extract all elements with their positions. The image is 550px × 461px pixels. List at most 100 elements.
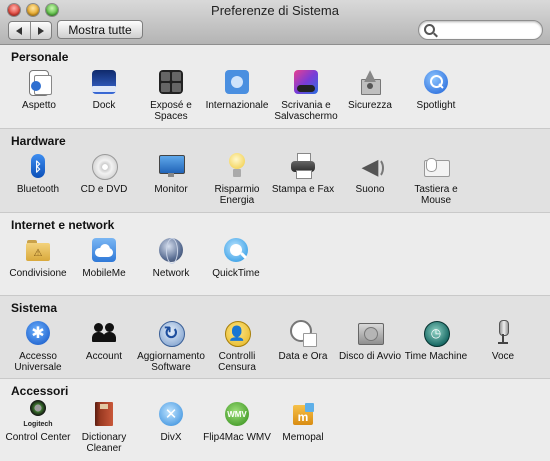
wmv-icon: WMV	[223, 400, 251, 428]
expose-icon	[157, 68, 185, 96]
display-icon	[157, 152, 185, 180]
pref-label: Monitor	[154, 184, 188, 195]
logitech-icon: Logitech	[23, 400, 53, 428]
printer-icon	[289, 152, 317, 180]
pref-mobileme[interactable]: MobileMe	[69, 236, 139, 279]
lightbulb-icon	[223, 152, 251, 180]
pref-tastiera-mouse[interactable]: Tastiera e Mouse	[401, 152, 471, 206]
pref-label: Controlli Censura	[218, 351, 256, 373]
section-title: Personale	[11, 50, 69, 64]
pref-accesso-universale[interactable]: ✱ Accesso Universale	[3, 319, 73, 373]
pref-label: Condivisione	[9, 268, 67, 279]
globe-icon	[157, 236, 185, 264]
pref-label: Dictionary Cleaner	[81, 432, 127, 454]
pref-label: Dock	[92, 100, 116, 111]
parental-controls-icon: 👤	[223, 319, 251, 347]
section-personale: Personale Aspetto Dock Exposé e Spaces I…	[0, 45, 550, 129]
pref-quicktime[interactable]: QuickTime	[201, 236, 271, 279]
pref-label: Time Machine	[404, 351, 468, 362]
pref-label: Exposé e Spaces	[150, 100, 192, 122]
title-bar: Preferenze di Sistema Mostra tutte	[0, 0, 550, 45]
software-update-icon: ↻	[157, 319, 185, 347]
pref-suono[interactable]: ◀ Suono	[335, 152, 405, 195]
section-accessori: Accessori Logitech Control Center Dictio…	[0, 379, 550, 461]
pref-condivisione[interactable]: ⚠ Condivisione	[3, 236, 73, 279]
bluetooth-icon: ᛒ	[24, 152, 52, 180]
pref-label: Accesso Universale	[14, 351, 62, 373]
section-sistema: Sistema ✱ Accesso Universale Account ↻ A…	[0, 296, 550, 379]
accessibility-icon: ✱	[24, 319, 52, 347]
magnifier-icon	[422, 68, 450, 96]
forward-arrow-icon	[37, 26, 44, 35]
pref-voce[interactable]: Voce	[468, 319, 538, 362]
pref-flip4mac[interactable]: WMV Flip4Mac WMV	[202, 400, 272, 443]
pref-dock[interactable]: Dock	[69, 68, 139, 111]
pref-divx[interactable]: ✕ DivX	[136, 400, 206, 443]
back-arrow-icon	[16, 26, 23, 35]
pref-risparmio-energia[interactable]: Risparmio Energia	[202, 152, 272, 206]
pref-bluetooth[interactable]: ᛒ Bluetooth	[3, 152, 73, 195]
pref-label: Voce	[491, 351, 515, 362]
pref-label: Disco di Avvio	[338, 351, 402, 362]
pref-label: Risparmio Energia	[214, 184, 260, 206]
pref-network[interactable]: Network	[136, 236, 206, 279]
pref-memopal[interactable]: m Memopal	[268, 400, 338, 443]
speaker-icon: ◀	[356, 152, 384, 180]
pref-dictionary-cleaner[interactable]: Dictionary Cleaner	[69, 400, 139, 454]
pref-monitor[interactable]: Monitor	[136, 152, 206, 195]
disc-icon	[90, 152, 118, 180]
pref-scrivania-salvaschermo[interactable]: Scrivania e Salvaschermo	[271, 68, 341, 122]
search-field[interactable]	[418, 20, 543, 40]
pref-label: Flip4Mac WMV	[203, 432, 271, 443]
house-lock-icon: ▲	[356, 66, 384, 96]
preferences-content: Personale Aspetto Dock Exposé e Spaces I…	[0, 45, 550, 461]
pref-spotlight[interactable]: Spotlight	[401, 68, 471, 111]
pref-label: Spotlight	[416, 100, 456, 111]
clock-calendar-icon	[289, 319, 317, 347]
section-title: Internet e network	[11, 218, 115, 232]
time-machine-icon: ◷	[422, 319, 450, 347]
book-icon	[90, 400, 118, 428]
pref-time-machine[interactable]: ◷ Time Machine	[401, 319, 471, 362]
cloud-icon	[90, 236, 118, 264]
pref-expose-spaces[interactable]: Exposé e Spaces	[136, 68, 206, 122]
memopal-badge: m	[297, 409, 309, 424]
pref-label: DivX	[160, 432, 182, 443]
pref-label: Aspetto	[22, 100, 56, 111]
forward-button[interactable]	[29, 22, 52, 39]
pref-label: Internazionale	[205, 100, 269, 111]
pref-control-center[interactable]: Logitech Control Center	[3, 400, 73, 443]
pref-aggiornamento-software[interactable]: ↻ Aggiornamento Software	[136, 319, 206, 373]
pref-label: Memopal	[282, 432, 324, 443]
pref-label: Stampa e Fax	[271, 184, 335, 195]
section-title: Sistema	[11, 301, 58, 315]
pref-data-ora[interactable]: Data e Ora	[268, 319, 338, 362]
pref-label: Aggiornamento Software	[137, 351, 205, 373]
pref-stampa-fax[interactable]: Stampa e Fax	[268, 152, 338, 195]
pref-account[interactable]: Account	[69, 319, 139, 362]
dock-icon	[90, 68, 118, 96]
pref-aspetto[interactable]: Aspetto	[4, 68, 74, 111]
pref-label: Sicurezza	[348, 100, 392, 111]
pref-label: CD e DVD	[80, 184, 128, 195]
pref-label: MobileMe	[82, 268, 126, 279]
pref-label: Data e Ora	[278, 351, 328, 362]
users-icon	[90, 319, 118, 347]
desktop-icon	[292, 68, 320, 96]
pref-label: Scrivania e Salvaschermo	[274, 100, 338, 122]
shared-folder-icon: ⚠	[24, 236, 52, 264]
back-button[interactable]	[9, 22, 30, 39]
pref-sicurezza[interactable]: ▲ Sicurezza	[335, 66, 405, 112]
pref-label: Tastiera e Mouse	[414, 184, 458, 206]
flag-icon	[223, 68, 251, 96]
show-all-button[interactable]: Mostra tutte	[57, 20, 143, 39]
memopal-icon: m	[289, 400, 317, 428]
pref-controlli-censura[interactable]: 👤 Controlli Censura	[202, 319, 272, 373]
pref-disco-avvio[interactable]: Disco di Avvio	[335, 319, 405, 362]
section-internet-network: Internet e network ⚠ Condivisione Mobile…	[0, 213, 550, 296]
pref-internazionale[interactable]: Internazionale	[202, 68, 272, 111]
hard-disk-icon	[356, 319, 384, 347]
keyboard-mouse-icon	[422, 152, 450, 180]
pref-label: Bluetooth	[16, 184, 60, 195]
pref-cd-dvd[interactable]: CD e DVD	[69, 152, 139, 195]
